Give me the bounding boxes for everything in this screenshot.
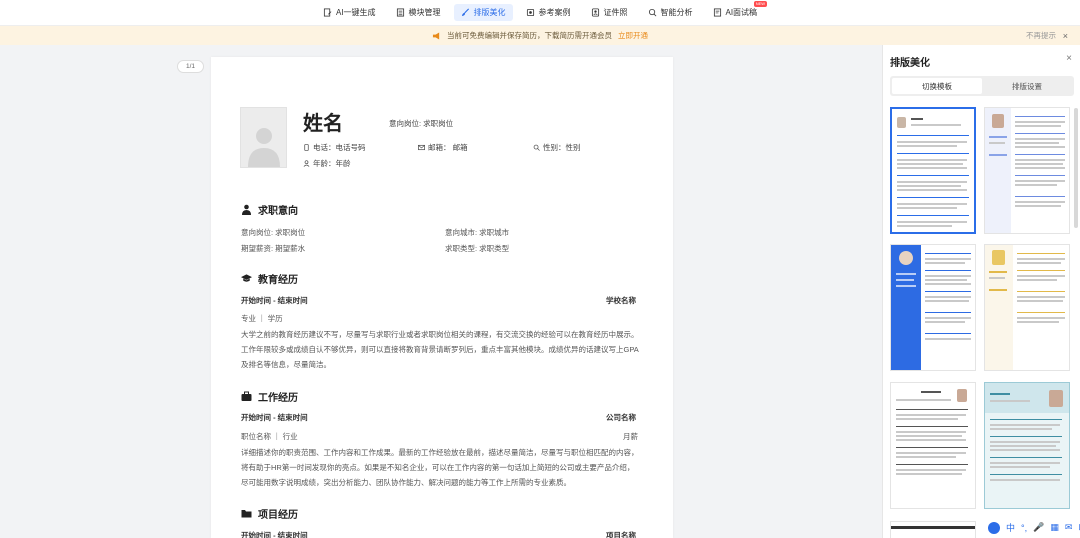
work-company[interactable]: 公司名称 [606,412,636,423]
top-toolbar: AI一键生成 模块管理 排版美化 参考案例 证件照 智能分析 AI面试稿 NEW [0,0,1080,26]
work-time[interactable]: 开始时间 - 结束时间 [241,412,308,423]
ime-logo-icon[interactable] [988,521,1000,534]
intent-type[interactable]: 求职类型: 求职类型 [445,243,509,254]
notice-close-icon[interactable]: × [1063,31,1068,41]
user-icon [303,160,310,167]
toolbar-layout-beautify[interactable]: 排版美化 [453,4,513,21]
tab-layout-settings[interactable]: 排版设置 [982,78,1072,94]
project-time[interactable]: 开始时间 - 结束时间 [241,530,308,538]
notice-text: 当前可免费编辑并保存简历，下载简历需开通会员 [447,31,612,40]
template-thumbnail-6[interactable] [984,382,1070,509]
template-thumbnail-4[interactable] [984,244,1070,371]
edu-major[interactable]: 专业 ｜ 学历 [241,313,283,324]
edu-time[interactable]: 开始时间 - 结束时间 [241,295,308,306]
work-description[interactable]: 详细描述你的职责范围、工作内容和工作成果。最新的工作经验放在最前，描述尽量简洁，… [241,445,641,490]
work-job[interactable]: 职位名称 ｜ 行业 [241,431,298,442]
ime-punctuation-toggle[interactable]: °, [1021,523,1027,533]
analysis-icon [648,8,656,17]
age-info[interactable]: 年龄：年龄 [303,158,351,169]
phone-info[interactable]: 电话：电话号码 [303,142,366,153]
template-photo [957,389,967,402]
resume-intent-position[interactable]: 意向岗位: 求职岗位 [389,118,453,129]
panel-title: 排版美化 [890,58,930,69]
panel-tabs: 切换模板 排版设置 [890,76,1074,96]
toolbar-smart-analysis[interactable]: 智能分析 [641,4,700,21]
panel-scrollbar[interactable] [1074,108,1078,228]
resume-paper[interactable]: 姓名 意向岗位: 求职岗位 电话：电话号码 邮箱： 邮箱 性别：性别 年龄：年龄… [211,57,673,538]
interview-icon [713,8,721,17]
gender-icon [533,144,540,151]
brush-icon [461,8,469,17]
tab-switch-template[interactable]: 切换模板 [892,78,982,94]
panel-close-icon[interactable]: × [1066,53,1072,64]
notice-open-vip-link[interactable]: 立即开通 [618,30,648,41]
person-silhouette-icon [247,128,280,167]
project-title[interactable]: 项目经历 [241,506,298,521]
toolbar-id-photo[interactable]: 证件照 [584,4,635,21]
book-icon [526,8,534,17]
template-photo [1049,390,1063,407]
edu-school[interactable]: 学校名称 [606,295,636,306]
microphone-icon[interactable]: 🎤 [1033,522,1044,533]
ime-toolbar: 中 °, 🎤 ▦ ✉ ⊞ [988,521,1080,534]
template-thumbnail-5[interactable] [890,382,976,509]
new-badge: NEW [753,1,768,7]
template-photo [992,250,1005,265]
work-title[interactable]: 工作经历 [241,389,298,404]
mail-icon [418,144,425,151]
intent-position[interactable]: 意向岗位: 求职岗位 [241,227,305,238]
briefcase-icon [241,391,252,401]
keyboard-icon[interactable]: ▦ [1050,522,1059,533]
template-thumbnail-3[interactable] [890,244,976,371]
education-title[interactable]: 教育经历 [241,271,298,286]
template-thumbnail-2[interactable] [984,107,1070,234]
layout-panel: 排版美化 × 切换模板 排版设置 [882,45,1080,538]
toolbar-ai-generate[interactable]: AI一键生成 [316,4,383,21]
edu-description[interactable]: 大学之前的教育经历建议不写，尽量写与求职行业或者求职岗位相关的课程，有交流交换的… [241,327,641,372]
template-photo [899,251,913,265]
ime-lang-toggle[interactable]: 中 [1006,521,1015,534]
mail-icon[interactable]: ✉ [1065,522,1073,533]
toolbar-module-manage[interactable]: 模块管理 [389,4,448,21]
notice-bar: 当前可免费编辑并保存简历，下载简历需开通会员 立即开通 不再提示 × [0,26,1080,45]
toolbar-reference-cases[interactable]: 参考案例 [519,4,578,21]
email-info[interactable]: 邮箱： 邮箱 [418,142,468,153]
avatar-placeholder[interactable] [240,107,287,168]
work-salary[interactable]: 月薪 [623,431,638,442]
intent-city[interactable]: 意向城市: 求职城市 [445,227,509,238]
intent-salary[interactable]: 期望薪资: 期望薪水 [241,243,305,254]
template-thumbnail-7[interactable] [890,521,976,538]
resume-name[interactable]: 姓名 [303,107,343,136]
template-photo [992,114,1004,128]
template-thumbnail-1[interactable] [890,107,976,234]
graduation-cap-icon [241,274,252,282]
job-intent-title[interactable]: 求职意向 [241,202,298,217]
list-icon [396,8,404,17]
notice-dismiss-link[interactable]: 不再提示 [1026,30,1056,41]
folder-icon [241,510,252,518]
megaphone-icon [432,31,440,40]
phone-icon [304,144,309,151]
project-name[interactable]: 项目名称 [606,530,636,538]
page-counter: 1/1 [177,60,204,73]
person-icon [242,204,251,215]
gender-info[interactable]: 性别：性别 [533,142,581,153]
toolbar-ai-interview[interactable]: AI面试稿 NEW [706,1,768,21]
id-photo-icon [591,8,599,17]
template-photo [897,117,906,128]
document-edit-icon [323,8,332,17]
